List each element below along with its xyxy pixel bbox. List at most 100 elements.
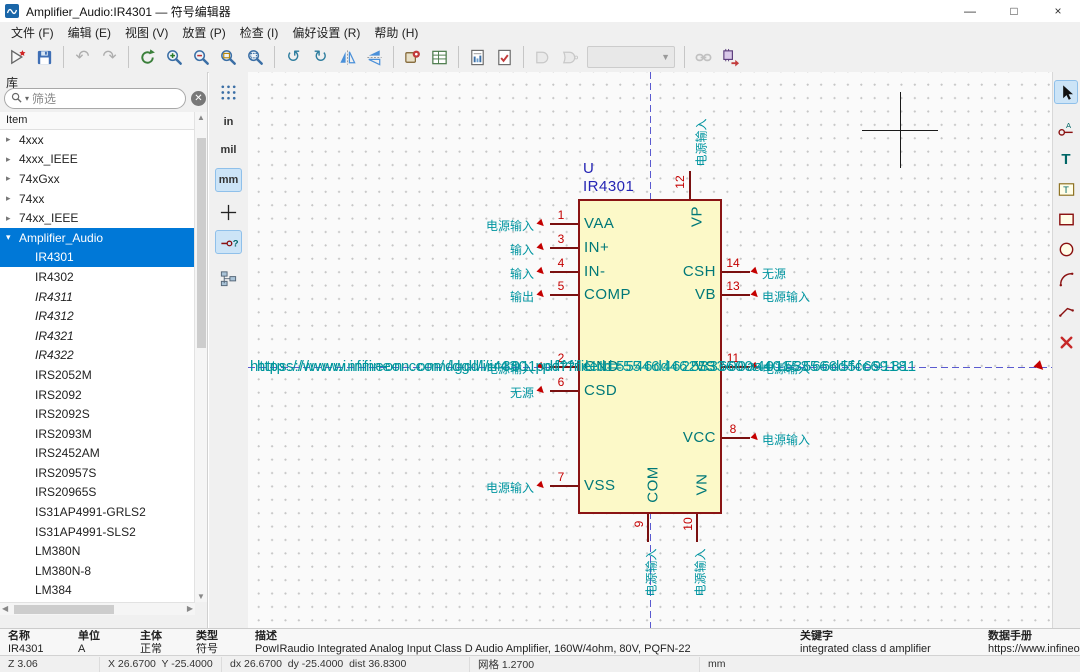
tree-item-IR4312[interactable]: IR4312 <box>0 306 195 326</box>
datasheet-button[interactable] <box>464 44 491 70</box>
maximize-button[interactable]: □ <box>992 0 1036 22</box>
tree-column-header[interactable]: Item <box>0 112 195 130</box>
redo-button[interactable]: ↷ <box>96 44 123 70</box>
mirror-vertical-button[interactable] <box>361 44 388 70</box>
tree-item-74xGxx[interactable]: ▸ 74xGxx <box>0 169 195 189</box>
demorgan-standard-button[interactable] <box>529 44 556 70</box>
expand-icon[interactable]: ▸ <box>6 173 16 184</box>
collapse-icon[interactable]: ▾ <box>6 232 16 243</box>
unit-selector-dropdown[interactable]: ▼ <box>587 46 675 68</box>
rectangle-tool-button[interactable] <box>1054 207 1078 231</box>
pin-line-7[interactable] <box>550 485 578 487</box>
text-tool-button[interactable]: T <box>1054 147 1078 171</box>
pin-name-VAA[interactable]: VAA <box>584 215 614 232</box>
clear-filter-icon[interactable]: ✕ <box>191 91 206 106</box>
expand-icon[interactable]: ▸ <box>6 154 16 165</box>
pin-name-VSS[interactable]: VSS <box>584 477 616 494</box>
zoom-in-button[interactable] <box>161 44 188 70</box>
pin-name-CSD[interactable]: CSD <box>584 382 617 399</box>
zoom-selection-button[interactable] <box>242 44 269 70</box>
scroll-down-icon[interactable]: ▼ <box>195 592 207 601</box>
scroll-up-icon[interactable]: ▲ <box>195 113 207 122</box>
cursor-shape-button[interactable] <box>215 200 242 224</box>
tree-item-IR4311[interactable]: IR4311 <box>0 287 195 307</box>
filter-input[interactable]: ▾ 筛选 <box>4 88 186 109</box>
pin-name-CSH[interactable]: CSH <box>616 263 716 280</box>
tree-item-IS31AP4991-GRLS2[interactable]: IS31AP4991-GRLS2 <box>0 502 195 522</box>
symbol-tree-button[interactable] <box>215 266 242 290</box>
mirror-horizontal-button[interactable] <box>334 44 361 70</box>
pin-name-IN-[interactable]: IN- <box>584 263 606 280</box>
arc-tool-button[interactable] <box>1054 267 1078 291</box>
grid-button[interactable] <box>215 80 242 104</box>
tree-item-IRS20957S[interactable]: IRS20957S <box>0 463 195 483</box>
zoom-fit-button[interactable] <box>215 44 242 70</box>
pin-name-VCC[interactable]: VCC <box>616 429 716 446</box>
pin-line-1[interactable] <box>550 223 578 225</box>
pin-line-14[interactable] <box>722 271 750 273</box>
line-tool-button[interactable] <box>1054 297 1078 321</box>
pin-line-3[interactable] <box>550 247 578 249</box>
save-button[interactable] <box>31 44 58 70</box>
scrollbar-thumb[interactable] <box>14 605 114 614</box>
tree-item-74xx_IEEE[interactable]: ▸ 74xx_IEEE <box>0 208 195 228</box>
tree-vertical-scrollbar[interactable]: ▲ ▼ <box>194 112 207 602</box>
textbox-tool-button[interactable]: T <box>1054 177 1078 201</box>
schematic-canvas[interactable]: U IR4301 1 VAA ▶ 电源输入 3 IN+ ▶ 输入 4 IN- ▶ 输入 5 COMP ▶ 输出 2 G… <box>248 72 1052 628</box>
tree-item-IRS2093M[interactable]: IRS2093M <box>0 424 195 444</box>
refresh-button[interactable] <box>134 44 161 70</box>
unit-mil-button[interactable]: mil <box>215 138 242 162</box>
tree-item-IR4321[interactable]: IR4321 <box>0 326 195 346</box>
tree-item-IRS20965S[interactable]: IRS20965S <box>0 483 195 503</box>
tree-item-IR4301[interactable]: IR4301 <box>0 247 195 268</box>
pin-table-button[interactable] <box>426 44 453 70</box>
rotate-ccw-button[interactable]: ↺ <box>280 44 307 70</box>
pin-name-VN[interactable]: VN <box>694 455 711 515</box>
sync-pin-edit-button[interactable] <box>690 44 717 70</box>
tree-item-Amplifier_Audio[interactable]: ▾ Amplifier_Audio <box>0 227 195 248</box>
delete-tool-button[interactable] <box>1054 330 1078 354</box>
unit-mm-button[interactable]: mm <box>215 168 242 192</box>
pin-name-VP[interactable]: VP <box>689 197 706 237</box>
tree-item-IRS2092[interactable]: IRS2092 <box>0 385 195 405</box>
pin-line-4[interactable] <box>550 271 578 273</box>
menu-item-0[interactable]: 文件 (F) <box>4 22 61 43</box>
reference-field[interactable]: U <box>583 160 594 177</box>
menu-item-4[interactable]: 检查 (I) <box>233 22 286 43</box>
value-field[interactable]: IR4301 <box>583 178 634 195</box>
pin-line-12[interactable] <box>689 171 691 199</box>
zoom-out-button[interactable] <box>188 44 215 70</box>
tree-item-4xxx[interactable]: ▸ 4xxx <box>0 130 195 150</box>
scrollbar-thumb[interactable] <box>197 138 206 348</box>
scroll-right-icon[interactable]: ▶ <box>187 604 193 613</box>
tree-item-LM380N-8[interactable]: LM380N-8 <box>0 561 195 581</box>
scroll-left-icon[interactable]: ◀ <box>2 604 8 613</box>
check-symbol-button[interactable] <box>491 44 518 70</box>
select-tool-button[interactable] <box>1054 80 1078 104</box>
add-symbol-to-schematic-button[interactable] <box>717 44 744 70</box>
tree-item-IS31AP4991-SLS2[interactable]: IS31AP4991-SLS2 <box>0 522 195 542</box>
tree-item-4xxx_IEEE[interactable]: ▸ 4xxx_IEEE <box>0 150 195 170</box>
pin-line-5[interactable] <box>550 294 578 296</box>
tree-item-LM380N[interactable]: LM380N <box>0 541 195 561</box>
tree-horizontal-scrollbar[interactable]: ◀ ▶ <box>0 602 195 615</box>
expand-icon[interactable]: ▸ <box>6 213 16 224</box>
search-options-arrow-icon[interactable]: ▾ <box>25 94 29 103</box>
unit-in-button[interactable]: in <box>215 110 242 134</box>
pin-line-13[interactable] <box>722 294 750 296</box>
pin-name-IN+[interactable]: IN+ <box>584 239 609 256</box>
pin-line-8[interactable] <box>722 437 750 439</box>
pin-line-6[interactable] <box>550 390 578 392</box>
menu-item-6[interactable]: 帮助 (H) <box>367 22 425 43</box>
minimize-button[interactable]: — <box>948 0 992 22</box>
undo-button[interactable]: ↶ <box>69 44 96 70</box>
new-symbol-button[interactable] <box>4 44 31 70</box>
pin-name-COM[interactable]: COM <box>645 455 662 515</box>
pin-tool-button[interactable]: A <box>1054 117 1078 141</box>
menu-item-2[interactable]: 视图 (V) <box>118 22 175 43</box>
symbol-properties-button[interactable] <box>399 44 426 70</box>
circle-tool-button[interactable] <box>1054 237 1078 261</box>
tree-item-IRS2052M[interactable]: IRS2052M <box>0 365 195 385</box>
demorgan-alternate-button[interactable] <box>556 44 583 70</box>
expand-icon[interactable]: ▸ <box>6 134 16 145</box>
